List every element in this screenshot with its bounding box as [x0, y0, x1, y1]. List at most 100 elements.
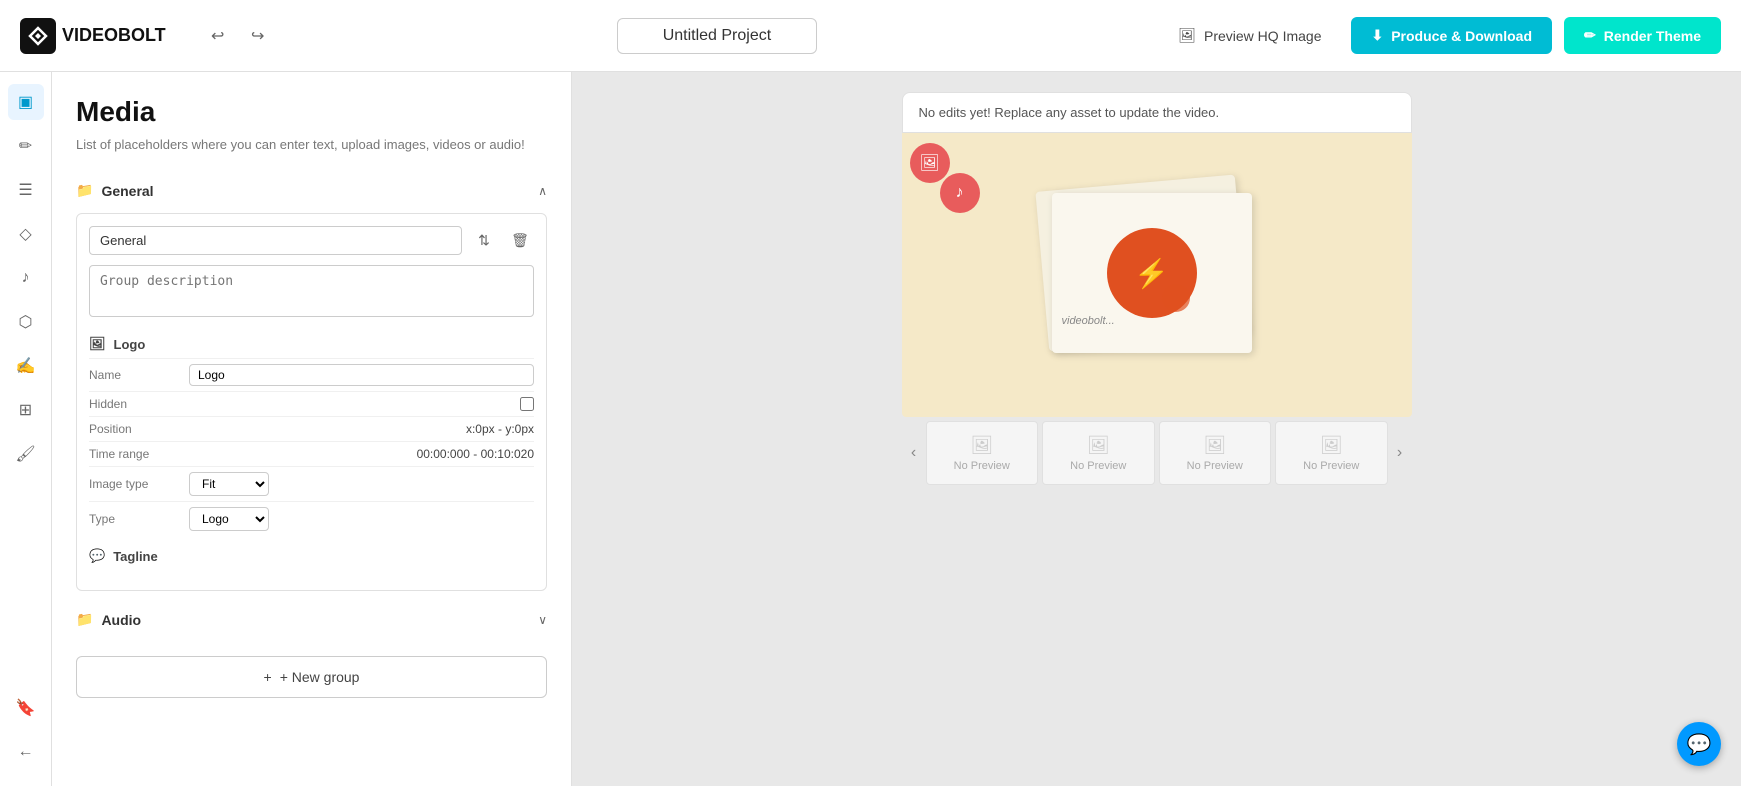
sidebar-layers-button[interactable]: ☰: [8, 172, 44, 208]
group-description-input[interactable]: [89, 265, 534, 317]
logo-hidden-row: Hidden: [89, 391, 534, 416]
general-group-body: ⇅ 🗑 🖼 Logo Name Hidden: [76, 213, 547, 591]
logo-item-header: 🖼 Logo: [89, 332, 534, 358]
thumbnail-2[interactable]: 🖼 No Preview: [1042, 421, 1155, 485]
sidebar-back-button[interactable]: ←: [8, 734, 44, 770]
general-group-chevron: ∧: [538, 184, 547, 198]
general-group-header[interactable]: 📁 General ∧: [76, 174, 547, 207]
logo-position-value: x:0px - y:0px: [189, 422, 534, 436]
brand-text: videobolt...: [1062, 315, 1115, 327]
chat-icon: 💬: [1687, 732, 1712, 757]
project-title-input[interactable]: [617, 18, 817, 54]
sidebar-edit-button[interactable]: ✏: [8, 128, 44, 164]
logo-imagetype-select[interactable]: FitFillStretch: [189, 472, 269, 496]
thumb-icon-3: 🖼: [1203, 435, 1226, 456]
audio-group-header-left: 📁 Audio: [76, 611, 141, 628]
thumbnail-1[interactable]: 🖼 No Preview: [926, 421, 1039, 485]
thumb-icon-2: 🖼: [1087, 435, 1110, 456]
sidebar-chart-button[interactable]: ⬡: [8, 304, 44, 340]
strip-next-button[interactable]: ›: [1388, 441, 1412, 465]
chat-button[interactable]: 💬: [1677, 722, 1721, 766]
general-group-header-right: ∧: [538, 184, 547, 198]
tagline-text-icon: 💬: [89, 548, 105, 564]
thumbnail-label-2: No Preview: [1070, 460, 1126, 472]
group-delete-button[interactable]: 🗑: [506, 227, 534, 255]
logo-position-label: Position: [89, 422, 189, 436]
audio-group-header[interactable]: 📁 Audio ∨: [76, 603, 547, 636]
preview-hq-label: Preview HQ Image: [1204, 28, 1321, 44]
group-name-input[interactable]: [89, 226, 462, 255]
logo-icon: [20, 18, 56, 54]
image-overlay-icon: 🖼: [919, 153, 939, 173]
small-circle-decoration: [1162, 284, 1190, 312]
group-sort-button[interactable]: ⇅: [470, 227, 498, 255]
new-group-label: + New group: [280, 669, 360, 685]
sidebar-bookmark-button[interactable]: 🔖: [8, 690, 44, 726]
logo-area: VIDEOBOLT ↩ ↪: [20, 18, 274, 54]
logo-imagetype-row: Image type FitFillStretch: [89, 466, 534, 501]
logo-name-input[interactable]: [189, 364, 534, 386]
render-theme-button[interactable]: ✏ Render Theme: [1564, 17, 1721, 54]
undo-button[interactable]: ↩: [202, 20, 234, 52]
general-group: 📁 General ∧ ⇅ 🗑 🖼 Logo: [76, 174, 547, 591]
content-area: No edits yet! Replace any asset to updat…: [572, 72, 1741, 786]
video-preview: ⚡ videobolt... 🖼 ♪: [902, 133, 1412, 417]
general-group-header-left: 📁 General: [76, 182, 154, 199]
thumbnail-4[interactable]: 🖼 No Preview: [1275, 421, 1388, 485]
topbar-center: [274, 18, 1161, 54]
thumb-icon-1: 🖼: [970, 435, 993, 456]
logo-name-row: Name: [89, 358, 534, 391]
audio-group-label: Audio: [101, 612, 141, 628]
logo-item-label: Logo: [114, 337, 146, 352]
sidebar-stack-button[interactable]: ⊞: [8, 392, 44, 428]
logo-hidden-label: Hidden: [89, 397, 189, 411]
preview-hq-button[interactable]: 🖼 Preview HQ Image: [1160, 17, 1339, 54]
brand-lightning-icon: ⚡: [1134, 257, 1169, 290]
panel-title: Media: [76, 96, 547, 128]
main-layout: ▣ ✏ ☰ ◇ ♪ ⬡ ✍ ⊞ 🖌 🔖 ← Media List of plac…: [0, 72, 1741, 786]
thumbnail-label-4: No Preview: [1303, 460, 1359, 472]
thumbnail-3[interactable]: 🖼 No Preview: [1159, 421, 1272, 485]
sidebar-brush-button[interactable]: 🖌: [8, 436, 44, 472]
video-image-overlay-button[interactable]: 🖼: [910, 143, 950, 183]
panel-subtitle: List of placeholders where you can enter…: [76, 136, 547, 154]
video-audio-overlay-button[interactable]: ♪: [940, 173, 980, 213]
sidebar-tag-button[interactable]: ◇: [8, 216, 44, 252]
group-name-row: ⇅ 🗑: [89, 226, 534, 255]
plus-icon: +: [264, 669, 272, 685]
thumbnail-strip: ‹ 🖼 No Preview 🖼 No Preview 🖼 No Preview: [902, 421, 1412, 485]
audio-folder-icon: 📁: [76, 611, 93, 628]
audio-group-chevron: ∨: [538, 613, 547, 627]
logo-hidden-checkbox[interactable]: [520, 397, 534, 411]
no-edits-banner: No edits yet! Replace any asset to updat…: [902, 92, 1412, 133]
logo-imagetype-label: Image type: [89, 477, 189, 491]
no-edits-text: No edits yet! Replace any asset to updat…: [919, 105, 1220, 120]
redo-button[interactable]: ↪: [242, 20, 274, 52]
logo-timerange-row: Time range 00:00:000 - 00:10:020: [89, 441, 534, 466]
strip-prev-button[interactable]: ‹: [902, 441, 926, 465]
panel: Media List of placeholders where you can…: [52, 72, 572, 786]
download-icon: ⬇: [1371, 27, 1383, 44]
thumbnail-label-3: No Preview: [1187, 460, 1243, 472]
render-icon: ✏: [1584, 27, 1596, 44]
produce-download-button[interactable]: ⬇ Produce & Download: [1351, 17, 1552, 54]
logo-name-label: Name: [89, 368, 189, 382]
sidebar-pen-button[interactable]: ✍: [8, 348, 44, 384]
logo-timerange-label: Time range: [89, 447, 189, 461]
topbar-controls: ↩ ↪: [202, 20, 274, 52]
logo: VIDEOBOLT: [20, 18, 166, 54]
logo-image-icon: 🖼: [89, 336, 106, 352]
icon-sidebar: ▣ ✏ ☰ ◇ ♪ ⬡ ✍ ⊞ 🖌 🔖 ←: [0, 72, 52, 786]
new-group-button[interactable]: + + New group: [76, 656, 547, 698]
preview-container: No edits yet! Replace any asset to updat…: [902, 92, 1412, 485]
sidebar-media-button[interactable]: ▣: [8, 84, 44, 120]
logo-type-select[interactable]: LogoImageVideo: [189, 507, 269, 531]
topbar-right: 🖼 Preview HQ Image ⬇ Produce & Download …: [1160, 17, 1721, 54]
logo-type-label: Type: [89, 512, 189, 526]
tagline-item-header: 💬 Tagline: [89, 544, 534, 570]
audio-overlay-icon: ♪: [956, 184, 964, 202]
sidebar-music-button[interactable]: ♪: [8, 260, 44, 296]
logo-type-row: Type LogoImageVideo: [89, 501, 534, 536]
thumbnail-items: 🖼 No Preview 🖼 No Preview 🖼 No Preview 🖼…: [926, 421, 1388, 485]
render-label: Render Theme: [1604, 28, 1701, 44]
